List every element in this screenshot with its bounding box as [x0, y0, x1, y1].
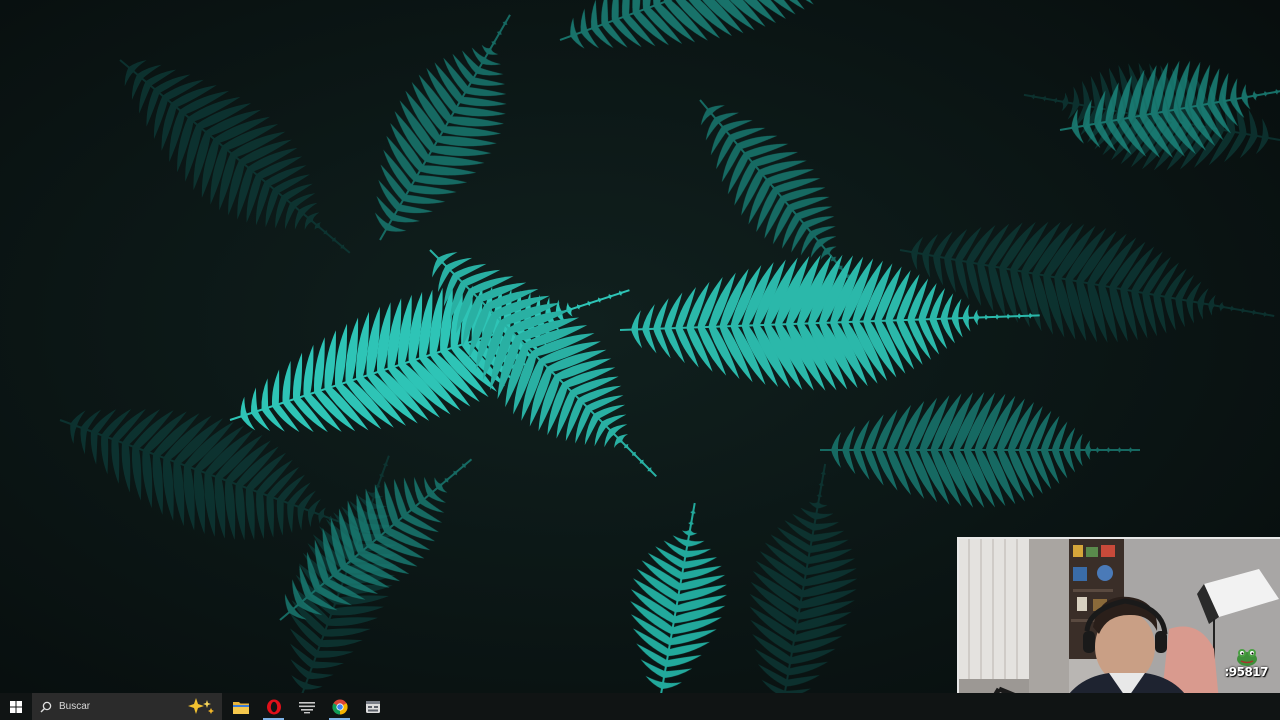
opera-icon — [266, 699, 281, 714]
taskbar-window-app[interactable] — [356, 693, 389, 720]
start-button[interactable] — [0, 693, 32, 720]
taskbar-chrome[interactable] — [323, 693, 356, 720]
taskbar-file-explorer[interactable] — [224, 693, 257, 720]
frog-emote-icon — [1237, 649, 1257, 666]
folder-icon — [232, 701, 249, 714]
taskbar-stream-tool[interactable] — [290, 693, 323, 720]
search-icon — [40, 701, 52, 712]
sparkle-icon[interactable] — [186, 697, 216, 715]
webcam-counter-text: :95817 — [1224, 665, 1268, 679]
windows-logo-icon — [10, 700, 22, 713]
taskbar-apps — [224, 693, 389, 720]
taskbar-opera[interactable] — [257, 693, 290, 720]
search-input[interactable]: Buscar — [32, 693, 222, 720]
app-icon — [298, 701, 315, 713]
window-app-icon — [365, 700, 380, 713]
desktop-screen: :95817 Buscar — [0, 0, 1280, 720]
taskbar: Buscar — [0, 693, 1280, 720]
search-placeholder: Buscar — [59, 701, 91, 712]
chrome-icon — [331, 699, 348, 715]
